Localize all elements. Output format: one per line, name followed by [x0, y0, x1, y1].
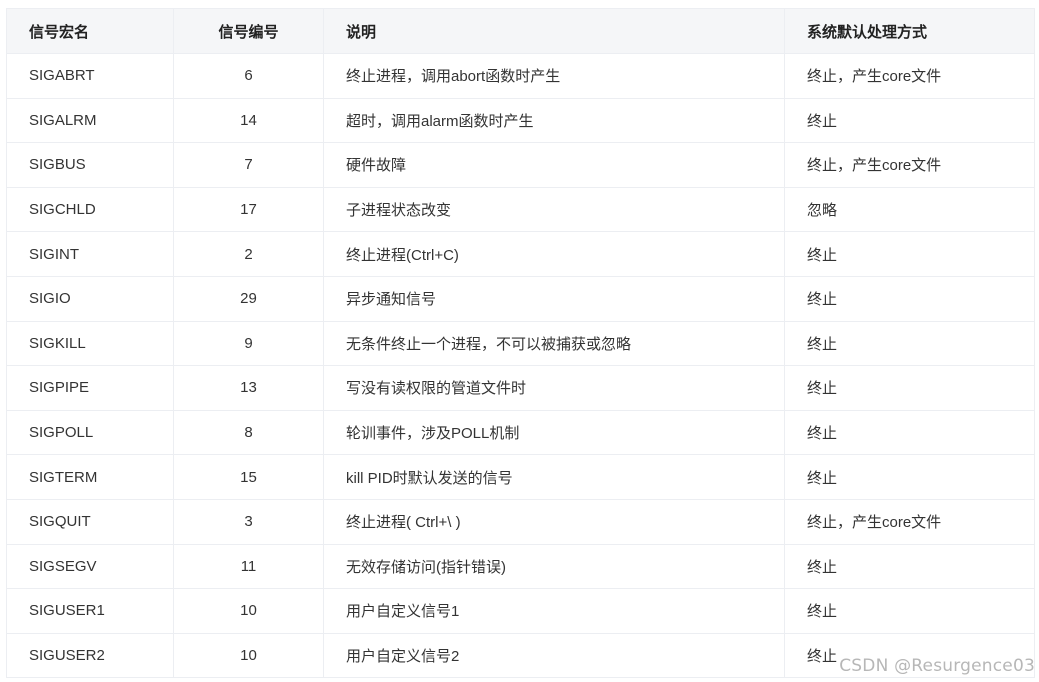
- table-row: SIGKILL 9 无条件终止一个进程，不可以被捕获或忽略 终止: [6, 320, 1035, 367]
- cell-signal-number: 10: [173, 588, 324, 634]
- cell-default-action: 忽略: [784, 186, 1035, 233]
- cell-description: 超时，调用alarm函数时产生: [323, 97, 785, 144]
- cell-default-action: 终止: [784, 543, 1035, 590]
- cell-default-action: 终止: [784, 231, 1035, 277]
- cell-macro-name: SIGUSER2: [6, 632, 174, 679]
- cell-signal-number: 8: [173, 409, 324, 456]
- cell-description: 异步通知信号: [323, 275, 785, 322]
- cell-default-action: 终止，产生core文件: [784, 142, 1035, 188]
- cell-signal-number: 10: [173, 632, 324, 679]
- cell-macro-name: SIGBUS: [6, 142, 174, 188]
- cell-description: 终止进程(Ctrl+C): [323, 231, 785, 277]
- cell-description: 用户自定义信号1: [323, 588, 785, 634]
- cell-description: kill PID时默认发送的信号: [323, 454, 785, 500]
- cell-description: 用户自定义信号2: [323, 632, 785, 679]
- table-row: SIGINT 2 终止进程(Ctrl+C) 终止: [6, 231, 1035, 277]
- table-row: SIGUSER1 10 用户自定义信号1 终止: [6, 588, 1035, 634]
- header-default-action: 系统默认处理方式: [784, 8, 1035, 54]
- cell-description: 硬件故障: [323, 142, 785, 188]
- cell-default-action: 终止: [784, 275, 1035, 322]
- cell-description: 无条件终止一个进程，不可以被捕获或忽略: [323, 320, 785, 367]
- cell-signal-number: 6: [173, 53, 324, 99]
- cell-signal-number: 2: [173, 231, 324, 277]
- cell-macro-name: SIGSEGV: [6, 543, 174, 590]
- cell-description: 终止进程( Ctrl+\ ): [323, 498, 785, 545]
- cell-macro-name: SIGALRM: [6, 97, 174, 144]
- header-macro-name: 信号宏名: [6, 8, 174, 54]
- table-row: SIGPOLL 8 轮训事件，涉及POLL机制 终止: [6, 409, 1035, 456]
- cell-default-action: 终止: [784, 320, 1035, 367]
- table-row: SIGABRT 6 终止进程，调用abort函数时产生 终止，产生core文件: [6, 53, 1035, 99]
- table-row: SIGIO 29 异步通知信号 终止: [6, 275, 1035, 322]
- cell-default-action: 终止: [784, 97, 1035, 144]
- cell-signal-number: 9: [173, 320, 324, 367]
- cell-default-action: 终止: [784, 588, 1035, 634]
- page: 信号宏名 信号编号 说明 系统默认处理方式 SIGABRT 6 终止进程，调用abo…: [0, 0, 1039, 682]
- table-body: SIGABRT 6 终止进程，调用abort函数时产生 终止，产生core文件 SIGA…: [6, 53, 1035, 679]
- cell-signal-number: 7: [173, 142, 324, 188]
- cell-default-action: 终止: [784, 454, 1035, 500]
- signal-table: 信号宏名 信号编号 说明 系统默认处理方式 SIGABRT 6 终止进程，调用abo…: [6, 8, 1035, 679]
- table-row: SIGALRM 14 超时，调用alarm函数时产生 终止: [6, 97, 1035, 144]
- cell-macro-name: SIGQUIT: [6, 498, 174, 545]
- cell-macro-name: SIGINT: [6, 231, 174, 277]
- cell-default-action: 终止，产生core文件: [784, 498, 1035, 545]
- cell-macro-name: SIGPIPE: [6, 365, 174, 411]
- table-row: SIGQUIT 3 终止进程( Ctrl+\ ) 终止，产生core文件: [6, 498, 1035, 545]
- cell-description: 无效存储访问(指针错误): [323, 543, 785, 590]
- cell-signal-number: 3: [173, 498, 324, 545]
- cell-description: 终止进程，调用abort函数时产生: [323, 53, 785, 99]
- cell-macro-name: SIGKILL: [6, 320, 174, 367]
- cell-signal-number: 15: [173, 454, 324, 500]
- cell-signal-number: 29: [173, 275, 324, 322]
- cell-description: 轮训事件，涉及POLL机制: [323, 409, 785, 456]
- cell-macro-name: SIGPOLL: [6, 409, 174, 456]
- table-header-row: 信号宏名 信号编号 说明 系统默认处理方式: [6, 8, 1035, 54]
- cell-signal-number: 11: [173, 543, 324, 590]
- cell-macro-name: SIGIO: [6, 275, 174, 322]
- cell-signal-number: 17: [173, 186, 324, 233]
- cell-macro-name: SIGUSER1: [6, 588, 174, 634]
- cell-signal-number: 13: [173, 365, 324, 411]
- table-row: SIGBUS 7 硬件故障 终止，产生core文件: [6, 142, 1035, 188]
- cell-default-action: 终止，产生core文件: [784, 53, 1035, 99]
- cell-macro-name: SIGABRT: [6, 53, 174, 99]
- table-row: SIGSEGV 11 无效存储访问(指针错误) 终止: [6, 543, 1035, 590]
- watermark: CSDN @Resurgence03: [839, 656, 1035, 676]
- table-row: SIGPIPE 13 写没有读权限的管道文件时 终止: [6, 365, 1035, 411]
- cell-description: 写没有读权限的管道文件时: [323, 365, 785, 411]
- header-description: 说明: [323, 8, 785, 54]
- cell-macro-name: SIGCHLD: [6, 186, 174, 233]
- cell-description: 子进程状态改变: [323, 186, 785, 233]
- cell-default-action: 终止: [784, 409, 1035, 456]
- header-signal-number: 信号编号: [173, 8, 324, 54]
- table-row: SIGCHLD 17 子进程状态改变 忽略: [6, 186, 1035, 233]
- cell-signal-number: 14: [173, 97, 324, 144]
- cell-default-action: 终止: [784, 365, 1035, 411]
- cell-macro-name: SIGTERM: [6, 454, 174, 500]
- table-row: SIGTERM 15 kill PID时默认发送的信号 终止: [6, 454, 1035, 500]
